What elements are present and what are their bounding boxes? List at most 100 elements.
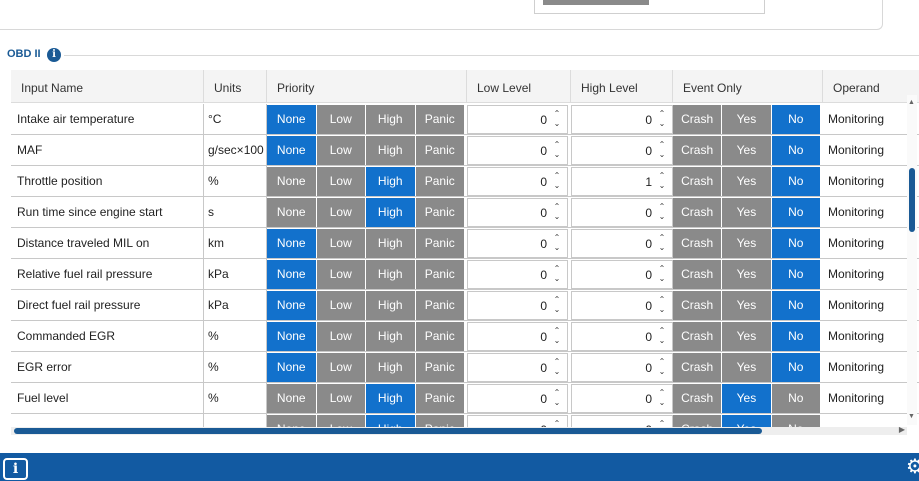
priority-option-high[interactable]: High [366, 229, 415, 258]
low-level-value[interactable]: 0 [540, 385, 547, 413]
operand-cell[interactable]: Monitoring [823, 383, 919, 413]
vertical-scroll-thumb[interactable] [909, 168, 915, 232]
operand-cell[interactable]: Monitoring [823, 135, 919, 165]
high-level-value[interactable]: 0 [645, 106, 652, 134]
spinner-arrows-icon[interactable]: ⌃⌄ [656, 326, 668, 348]
spinner-arrows-icon[interactable]: ⌃⌄ [551, 295, 563, 317]
event-option-no[interactable]: No [771, 384, 820, 413]
priority-option-panic[interactable]: Panic [415, 198, 464, 227]
low-level-stepper[interactable]: 0⌃⌄ [467, 415, 568, 427]
spinner-arrows-icon[interactable]: ⌃⌄ [551, 357, 563, 379]
horizontal-scrollbar[interactable]: ▶ [11, 425, 907, 435]
event-option-crash[interactable]: Crash [673, 229, 722, 258]
priority-option-high[interactable]: High [366, 198, 415, 227]
event-option-crash[interactable]: Crash [673, 415, 722, 427]
spinner-arrows-icon[interactable]: ⌃⌄ [551, 109, 563, 131]
spinner-arrows-icon[interactable]: ⌃⌄ [656, 264, 668, 286]
info-icon[interactable]: i [3, 458, 28, 480]
high-level-value[interactable]: 1 [645, 168, 652, 196]
event-option-yes[interactable]: Yes [722, 353, 771, 382]
priority-option-low[interactable]: Low [316, 415, 365, 427]
priority-option-low[interactable]: Low [316, 322, 365, 351]
high-level-value[interactable]: 0 [645, 354, 652, 382]
priority-option-panic[interactable]: Panic [415, 260, 464, 289]
high-level-stepper[interactable]: 0⌃⌄ [571, 198, 673, 227]
priority-option-none[interactable]: None [267, 415, 316, 427]
low-level-value[interactable]: 0 [540, 106, 547, 134]
header-units[interactable]: Units [204, 70, 267, 103]
low-level-value[interactable]: 0 [540, 416, 547, 427]
priority-option-panic[interactable]: Panic [415, 353, 464, 382]
priority-option-low[interactable]: Low [316, 260, 365, 289]
priority-option-high[interactable]: High [366, 353, 415, 382]
high-level-value[interactable]: 0 [645, 261, 652, 289]
event-option-crash[interactable]: Crash [673, 260, 722, 289]
high-level-stepper[interactable]: 0⌃⌄ [571, 260, 673, 289]
operand-cell[interactable]: Monitoring [823, 228, 919, 258]
low-level-stepper[interactable]: 0⌃⌄ [467, 353, 568, 382]
low-level-stepper[interactable]: 0⌃⌄ [467, 229, 568, 258]
low-level-stepper[interactable]: 0⌃⌄ [467, 260, 568, 289]
priority-option-none[interactable]: None [267, 322, 316, 351]
event-option-yes[interactable]: Yes [722, 415, 771, 427]
event-option-crash[interactable]: Crash [673, 384, 722, 413]
priority-option-high[interactable]: High [366, 260, 415, 289]
scroll-up-icon[interactable]: ▲ [908, 99, 915, 106]
event-option-no[interactable]: No [771, 167, 820, 196]
priority-option-low[interactable]: Low [316, 384, 365, 413]
priority-option-panic[interactable]: Panic [415, 415, 464, 427]
spinner-arrows-icon[interactable]: ⌃⌄ [551, 264, 563, 286]
priority-option-low[interactable]: Low [316, 136, 365, 165]
priority-option-none[interactable]: None [267, 384, 316, 413]
priority-option-panic[interactable]: Panic [415, 167, 464, 196]
event-option-no[interactable]: No [771, 105, 820, 134]
event-option-crash[interactable]: Crash [673, 291, 722, 320]
spinner-arrows-icon[interactable]: ⌃⌄ [551, 388, 563, 410]
low-level-stepper[interactable]: 0⌃⌄ [467, 198, 568, 227]
priority-option-high[interactable]: High [366, 291, 415, 320]
high-level-stepper[interactable]: 0⌃⌄ [571, 322, 673, 351]
top-panel-field[interactable] [534, 0, 765, 14]
header-event-only[interactable]: Event Only [673, 70, 823, 103]
event-option-yes[interactable]: Yes [722, 167, 771, 196]
priority-option-panic[interactable]: Panic [415, 322, 464, 351]
high-level-stepper[interactable]: 0⌃⌄ [571, 353, 673, 382]
event-option-yes[interactable]: Yes [722, 105, 771, 134]
operand-cell[interactable]: Monitoring [823, 352, 919, 382]
event-option-yes[interactable]: Yes [722, 136, 771, 165]
info-icon[interactable]: i [47, 48, 61, 62]
low-level-stepper[interactable]: 0⌃⌄ [467, 322, 568, 351]
low-level-value[interactable]: 0 [540, 230, 547, 258]
high-level-stepper[interactable]: 0⌃⌄ [571, 136, 673, 165]
event-option-crash[interactable]: Crash [673, 105, 722, 134]
event-option-no[interactable]: No [771, 291, 820, 320]
spinner-arrows-icon[interactable]: ⌃⌄ [551, 326, 563, 348]
spinner-arrows-icon[interactable]: ⌃⌄ [656, 171, 668, 193]
priority-option-low[interactable]: Low [316, 105, 365, 134]
high-level-value[interactable]: 0 [645, 230, 652, 258]
priority-option-none[interactable]: None [267, 353, 316, 382]
header-priority[interactable]: Priority [267, 70, 467, 103]
priority-option-low[interactable]: Low [316, 229, 365, 258]
low-level-stepper[interactable]: 0⌃⌄ [467, 291, 568, 320]
spinner-arrows-icon[interactable]: ⌃⌄ [656, 419, 668, 427]
event-option-yes[interactable]: Yes [722, 229, 771, 258]
event-option-no[interactable]: No [771, 198, 820, 227]
spinner-arrows-icon[interactable]: ⌃⌄ [551, 140, 563, 162]
spinner-arrows-icon[interactable]: ⌃⌄ [551, 202, 563, 224]
high-level-stepper[interactable]: 0⌃⌄ [571, 291, 673, 320]
low-level-value[interactable]: 0 [540, 168, 547, 196]
priority-option-low[interactable]: Low [316, 291, 365, 320]
event-option-no[interactable]: No [771, 353, 820, 382]
operand-cell[interactable]: Monitoring [823, 321, 919, 351]
high-level-value[interactable]: 0 [645, 416, 652, 427]
event-option-crash[interactable]: Crash [673, 353, 722, 382]
event-option-yes[interactable]: Yes [722, 384, 771, 413]
priority-option-panic[interactable]: Panic [415, 136, 464, 165]
priority-option-panic[interactable]: Panic [415, 105, 464, 134]
high-level-stepper[interactable]: 0⌃⌄ [571, 384, 673, 413]
high-level-stepper[interactable]: 0⌃⌄ [571, 229, 673, 258]
low-level-stepper[interactable]: 0⌃⌄ [467, 105, 568, 134]
priority-option-panic[interactable]: Panic [415, 291, 464, 320]
event-option-yes[interactable]: Yes [722, 260, 771, 289]
